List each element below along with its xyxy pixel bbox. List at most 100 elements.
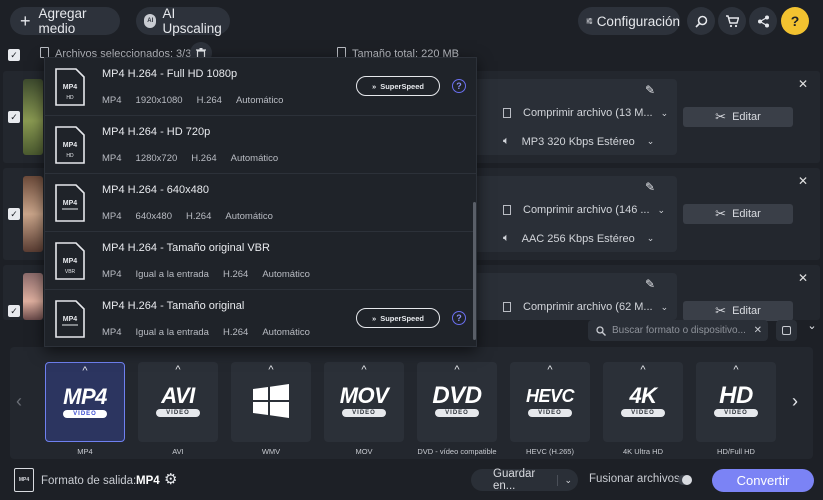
badge-text: HD [66, 153, 74, 159]
plus-icon: + [20, 11, 31, 31]
format-label: WMV [261, 447, 281, 456]
scissors-icon: ✂ [715, 206, 727, 221]
chevron-down-icon: ⌄ [646, 136, 655, 146]
preset-title: MP4 H.264 - Tamaño original VBR [102, 242, 270, 254]
scroll-right-icon[interactable]: › [792, 391, 798, 412]
help-button[interactable]: ? [781, 7, 809, 35]
collapse-chevron-icon[interactable]: ⌄ [803, 316, 821, 334]
chevron-down-icon: ⌄ [557, 474, 572, 486]
preset-item[interactable]: MP4 HD MP4 H.264 - Full HD 1080p MP4 1920x… [45, 58, 476, 116]
spec-container: MP4 [102, 211, 122, 222]
format-card-mp4[interactable]: ^ MP4 VIDEO [45, 362, 125, 442]
format-filter-icon[interactable] [776, 320, 797, 341]
edit-title-icon[interactable]: ✎ [645, 180, 655, 194]
cart-button[interactable] [718, 7, 746, 35]
share-button[interactable] [749, 7, 777, 35]
preset-specs: MP4 Igual a la entrada H.264 Automático [102, 327, 310, 338]
caret-up-icon: ^ [733, 364, 739, 376]
preset-specs: MP4 1280x720 H.264 Automático [102, 153, 278, 164]
mov-logo: MOV [339, 383, 389, 408]
spec-resolution: Igual a la entrada [135, 269, 209, 280]
compress-setting[interactable]: Comprimir archivo (13 M... ⌄ [503, 107, 668, 119]
spec-container: MP4 [102, 153, 122, 164]
audio-label: MP3 320 Kbps Estéreo [521, 135, 635, 148]
remove-file-icon[interactable]: ✕ [798, 174, 808, 188]
windows-logo-icon [253, 384, 289, 418]
format-card-wmv[interactable]: ^ [231, 362, 311, 442]
audio-setting[interactable]: 🔈︎ MP3 320 Kbps Estéreo ⌄ [503, 135, 654, 148]
format-card-dvd[interactable]: ^ DVD VIDEO [417, 362, 497, 442]
audio-setting[interactable]: 🔈︎ AAC 256 Kbps Estéreo ⌄ [503, 232, 654, 245]
spec-mode: Automático [225, 211, 273, 222]
edit-title-icon[interactable]: ✎ [645, 83, 655, 97]
preset-item[interactable]: MP4 VBR MP4 H.264 - Tamaño original VBR M… [45, 232, 476, 290]
format-search-input[interactable]: Buscar formato o dispositivo... ✕ [588, 320, 768, 341]
spec-container: MP4 [102, 327, 122, 338]
clear-search-icon[interactable]: ✕ [754, 325, 762, 336]
question-icon: ? [790, 13, 800, 29]
caret-up-icon: ^ [454, 364, 460, 376]
merge-files-toggle[interactable] [678, 475, 692, 485]
video-tag: VIDEO [156, 409, 200, 417]
remove-file-icon[interactable]: ✕ [798, 271, 808, 285]
format-card-mov[interactable]: ^ MOV VIDEO [324, 362, 404, 442]
fast-forward-icon: » [372, 313, 377, 323]
settings-button[interactable]: Configuración [578, 7, 680, 35]
scissors-icon: ✂ [715, 109, 727, 124]
preset-item[interactable]: MP4 HD MP4 H.264 - HD 720p MP4 1280x720 H.2… [45, 116, 476, 174]
edit-label: Editar [732, 111, 761, 123]
convert-button[interactable]: Convertir [712, 469, 814, 492]
format-card-hd[interactable]: ^ HD VIDEO [696, 362, 776, 442]
format-card-hevc[interactable]: ^ HEVC VIDEO [510, 362, 590, 442]
preset-item[interactable]: MP4 MP4 H.264 - 640x480 MP4 640x480 H.264 A… [45, 174, 476, 232]
help-icon[interactable]: ? [452, 311, 466, 325]
format-preset-dropdown: MP4 HD MP4 H.264 - Full HD 1080p MP4 1920x… [44, 57, 477, 347]
add-media-button[interactable]: + Agregar medio [10, 6, 120, 36]
compress-setting[interactable]: Comprimir archivo (146 ... ⌄ [503, 204, 665, 216]
select-all-checkbox[interactable]: ✓ [8, 49, 20, 61]
caret-up-icon: ^ [268, 364, 274, 376]
bottom-bar: MP4 Formato de salida: MP4 ⚙ Guardar en.… [0, 462, 823, 500]
format-card-4k[interactable]: ^ 4K VIDEO [603, 362, 683, 442]
caret-up-icon: ^ [547, 364, 553, 376]
check-icon: ✓ [10, 111, 18, 122]
video-thumbnail [23, 176, 43, 252]
output-format-value: MP4 [136, 475, 160, 487]
edit-title-icon[interactable]: ✎ [645, 277, 655, 291]
ai-upscaling-button[interactable]: AI AI Upscaling [136, 6, 230, 36]
spec-resolution: 1920x1080 [135, 95, 183, 106]
edit-button[interactable]: ✂ Editar [683, 107, 793, 127]
dropdown-scrollbar[interactable] [473, 202, 476, 340]
edit-button[interactable]: ✂ Editar [683, 301, 793, 321]
spec-resolution: 1280x720 [135, 153, 178, 164]
save-to-dropdown[interactable]: Guardar en... ⌄ [471, 468, 578, 492]
file-checkbox[interactable]: ✓ [8, 305, 20, 317]
chevron-down-icon: ⌄ [660, 301, 669, 312]
compress-label: Comprimir archivo (13 M... [523, 107, 653, 119]
check-icon: ✓ [10, 49, 18, 60]
help-icon[interactable]: ? [452, 79, 466, 93]
preset-title: MP4 H.264 - Tamaño original [102, 300, 245, 312]
caret-up-icon: ^ [82, 365, 88, 377]
file-checkbox[interactable]: ✓ [8, 111, 20, 123]
format-label: AVI [172, 447, 184, 456]
preset-item[interactable]: MP4 MP4 H.264 - Tamaño original MP4 Igual… [45, 290, 476, 346]
superspeed-label: SuperSpeed [380, 313, 424, 323]
dvd-logo: DVD [432, 382, 482, 409]
remove-file-icon[interactable]: ✕ [798, 77, 808, 91]
file-checkbox[interactable]: ✓ [8, 208, 20, 220]
preset-title: MP4 H.264 - 640x480 [102, 184, 210, 196]
gear-icon[interactable]: ⚙ [164, 470, 177, 488]
preset-title: MP4 H.264 - HD 720p [102, 126, 211, 138]
edit-button[interactable]: ✂ Editar [683, 204, 793, 224]
hevc-logo: HEVC [525, 386, 575, 406]
format-card-avi[interactable]: ^ AVI VIDEO [138, 362, 218, 442]
search-icon [596, 325, 606, 336]
speaker-icon: 🔈︎ [503, 135, 510, 147]
speaker-icon: 🔈︎ [503, 232, 510, 244]
preset-specs: MP4 640x480 H.264 Automático [102, 211, 273, 222]
compress-setting[interactable]: Comprimir archivo (62 M... ⌄ [503, 301, 668, 313]
scroll-left-icon[interactable]: ‹ [16, 391, 22, 412]
svg-text:MP4: MP4 [63, 84, 78, 91]
search-button[interactable] [687, 7, 715, 35]
